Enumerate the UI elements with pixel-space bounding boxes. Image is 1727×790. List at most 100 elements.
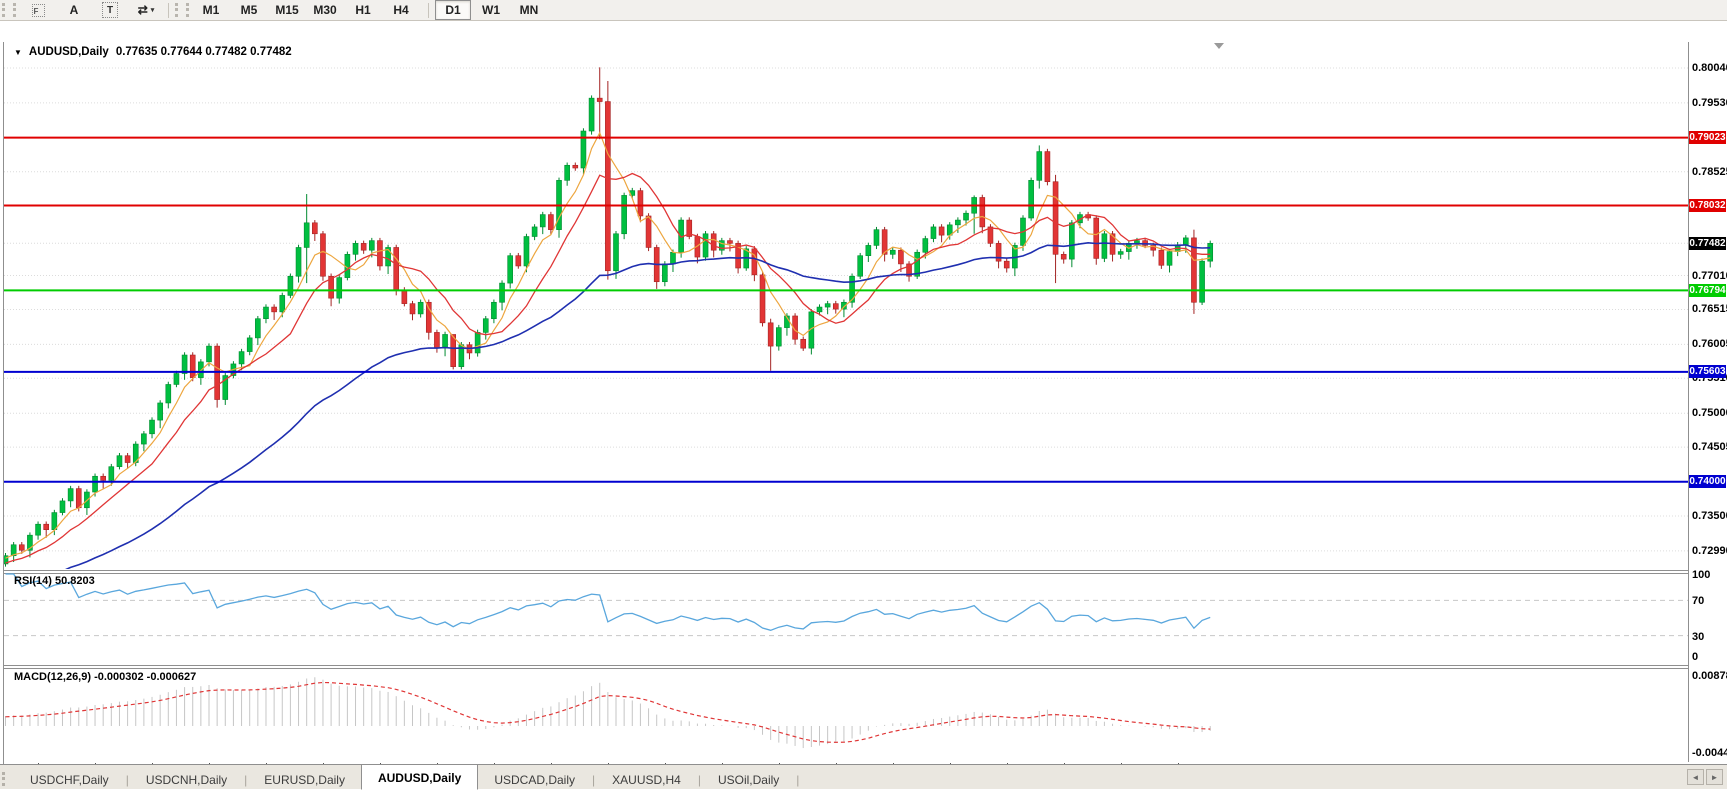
candle-body [801, 339, 806, 348]
candle-body [760, 275, 765, 323]
candle-body [52, 513, 57, 530]
candle-body [670, 252, 675, 264]
candle-body [548, 215, 553, 230]
timeframe-button-h4[interactable]: H4 [383, 0, 418, 20]
candle-body [44, 524, 49, 529]
candle-body [434, 332, 439, 348]
price-axis-label: 0.75000 [1692, 407, 1727, 419]
candle-body [939, 227, 944, 235]
candle-body [890, 250, 895, 254]
candle-body [605, 102, 610, 271]
candle-body [443, 334, 448, 348]
chart-window: ▼ AUDUSD,Daily 0.77635 0.77644 0.77482 0… [0, 21, 1727, 764]
candle-body [858, 256, 863, 277]
chart-tab-usdcad[interactable]: USDCAD,Daily [478, 768, 591, 789]
candle-body [727, 241, 732, 244]
candle-body [874, 230, 879, 246]
price-chart-plot[interactable] [4, 42, 1688, 762]
candle-body [117, 456, 122, 467]
candle-body [394, 247, 399, 289]
chart-tab-usoil[interactable]: USOil,Daily [702, 768, 795, 789]
candle-body [109, 467, 114, 481]
candle-body [923, 239, 928, 253]
candle-body [353, 243, 358, 254]
price-axis-label: 0.80040 [1692, 62, 1727, 74]
tab-separator: | [244, 773, 247, 787]
candle-body [483, 319, 488, 333]
timeframe-button-m1[interactable]: M1 [193, 0, 229, 20]
candle-body [776, 328, 781, 346]
candle-body [516, 256, 521, 266]
candle-body [426, 302, 431, 332]
arrows-tool-button[interactable]: ⇄▾ [128, 0, 164, 20]
candle-body [955, 220, 960, 225]
price-axis-label: 0.76005 [1692, 338, 1727, 350]
tab-separator: | [126, 773, 129, 787]
chart-tab-eurusd[interactable]: EURUSD,Daily [248, 768, 361, 789]
candle-body [320, 234, 325, 276]
candle-body [255, 319, 260, 338]
price-axis-label: 0.74505 [1692, 441, 1727, 453]
chart-tab-audusd[interactable]: AUDUSD,Daily [361, 764, 478, 790]
candle-body [752, 249, 757, 275]
macd-histogram [6, 677, 1211, 748]
candle-body [638, 191, 643, 216]
chart-tab-usdcnh[interactable]: USDCNH,Daily [130, 768, 243, 789]
toolbar-grip[interactable] [2, 3, 16, 17]
price-tag: 0.79023 [1689, 131, 1726, 144]
tab-scroll-right-icon[interactable]: ► [1706, 769, 1723, 785]
candle-body [1069, 223, 1074, 259]
chart-shift-marker-icon[interactable] [1214, 43, 1224, 49]
candle-body [475, 332, 480, 353]
candle-body [76, 489, 81, 508]
ma-slow-line [6, 243, 1211, 587]
candle-body [337, 278, 342, 299]
tab-separator: | [796, 773, 799, 787]
timeframe-separator [428, 3, 429, 18]
price-tag: 0.76794 [1689, 284, 1726, 297]
grid-f-tool-button[interactable]: F [20, 0, 56, 20]
candle-body [565, 165, 570, 180]
candle-body [247, 338, 252, 352]
timeframe-button-m15[interactable]: M15 [269, 0, 305, 20]
candle-body [540, 215, 545, 227]
candle-body [101, 476, 106, 480]
toolbar: FAT⇄▾ M1M5M15M30H1H4 D1W1MN [0, 0, 1727, 21]
timeframe-button-mn[interactable]: MN [511, 0, 547, 20]
candle-body [272, 307, 277, 312]
timeframe-button-m5[interactable]: M5 [231, 0, 267, 20]
candle-body [1200, 261, 1205, 302]
chart-tab-xauusd[interactable]: XAUUSD,H4 [596, 768, 697, 789]
candle-body [1094, 218, 1099, 258]
candle-body [524, 237, 529, 266]
candle-body [703, 234, 708, 257]
candle-body [150, 420, 155, 434]
text-t-tool-button[interactable]: T [92, 0, 128, 20]
candle-body [980, 197, 985, 226]
text-a-tool-button[interactable]: A [56, 0, 92, 20]
candle-body [369, 241, 374, 251]
candles-layer [4, 67, 1213, 566]
tab-scroll-left-icon[interactable]: ◄ [1687, 769, 1704, 785]
macd-indicator-label: MACD(12,26,9) -0.000302 -0.000627 [14, 671, 196, 683]
candle-body [410, 304, 415, 314]
candle-body [377, 241, 382, 266]
candle-body [988, 227, 993, 243]
timeframe-button-m30[interactable]: M30 [307, 0, 343, 20]
timeframe-button-w1[interactable]: W1 [473, 0, 509, 20]
timeframe-button-d1[interactable]: D1 [435, 0, 471, 20]
timeframe-grip[interactable] [175, 3, 189, 17]
candle-body [166, 384, 171, 402]
chart-dropdown-icon[interactable]: ▼ [14, 48, 22, 57]
chart-tab-usdchf[interactable]: USDCHF,Daily [14, 768, 125, 789]
candle-body [662, 264, 667, 282]
candle-body [190, 355, 195, 378]
chart-tabs-bar: USDCHF,Daily|USDCNH,Daily|EURUSD,DailyAU… [0, 764, 1727, 789]
toolbar-separator [168, 3, 169, 18]
candle-body [263, 307, 268, 319]
timeframe-button-h1[interactable]: H1 [345, 0, 381, 20]
candle-body [141, 434, 146, 444]
candle-body [239, 352, 244, 364]
price-axis-separator[interactable] [1688, 42, 1689, 762]
arrange-arrows-icon: ⇄ [138, 3, 148, 17]
